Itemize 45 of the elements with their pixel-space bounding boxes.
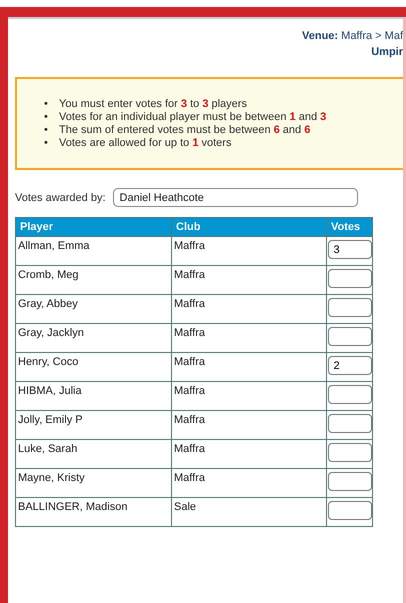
votes-field[interactable]: 2 [328,356,372,375]
rule-text: Votes for an individual player must be between 1 and 3 [59,111,326,124]
votes-field[interactable] [328,298,372,317]
column-header: Votes [326,218,372,236]
club-cell: Maffra [172,294,326,324]
bullet: • [44,124,49,137]
votes-field[interactable] [328,501,372,520]
votes-field[interactable]: 3 [328,240,372,259]
rule-text: The sum of entered votes must be between 6 and 6 [59,124,310,137]
player-cell: Gray, Jacklyn [16,324,172,352]
player-cell: Cromb, Meg [16,266,172,294]
votes-field[interactable] [328,385,372,404]
club-cell: Maffra [172,352,326,382]
player-cell: HIBMA, Julia [16,382,172,410]
rule-text: You must enter votes for 3 to 3 players [59,98,247,111]
club-cell: Maffra [172,440,326,468]
votes-field[interactable] [328,472,372,491]
umpire-heading: Umpir [371,45,403,60]
player-cell: Gray, Abbey [16,294,172,324]
player-cell: Henry, Coco [16,352,172,382]
votes-field[interactable] [328,327,372,346]
club-cell: Maffra [172,468,326,498]
venue-text: Venue: Maffra > Maf [302,29,403,44]
field-label: Votes awarded by: [15,192,106,204]
bullet: • [44,137,49,150]
player-cell: Mayne, Kristy [16,468,172,498]
votes-field[interactable] [328,443,372,462]
votes-field[interactable] [328,269,372,288]
player-cell: BALLINGER, Madison [16,498,172,526]
votes-field[interactable] [328,414,372,433]
player-cell: Jolly, Emily P [16,410,172,440]
bullet: • [44,111,49,124]
club-cell: Maffra [172,236,326,266]
bullet: • [44,98,49,111]
club-cell: Maffra [172,410,326,440]
player-cell: Allman, Emma [16,236,172,266]
club-cell: Maffra [172,266,326,294]
column-header: Player [16,218,172,236]
player-cell: Luke, Sarah [16,440,172,468]
club-cell: Maffra [172,324,326,352]
club-cell: Maffra [172,382,326,410]
voter-name-field[interactable]: Daniel Heathcote [112,188,358,207]
rule-text: Votes are allowed for up to 1 voters [59,137,232,150]
column-header: Club [172,218,326,236]
club-cell: Sale [172,498,326,526]
